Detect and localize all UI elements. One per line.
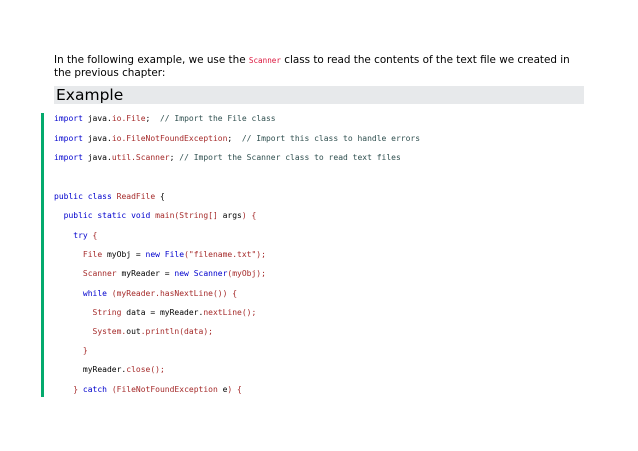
example-heading-bar: Example — [54, 86, 584, 104]
code-token: public class — [54, 192, 112, 201]
code-token: ("filename.txt"); — [184, 250, 266, 259]
code-token: while — [54, 289, 107, 298]
code-token: (String[] — [174, 211, 223, 220]
code-line-13: myReader.close(); — [54, 365, 165, 375]
code-line-14: } catch (FileNotFoundException e) { — [54, 385, 242, 395]
code-token: import — [54, 134, 83, 143]
example-heading: Example — [56, 86, 124, 104]
code-line-11: System.out.println(data); — [54, 327, 213, 337]
code-comment: // Import this class to handle errors — [241, 134, 421, 143]
code-line-10: String data = myReader.nextLine(); — [54, 308, 257, 318]
code-token: File — [54, 250, 103, 259]
intro-text-before: In the following example, we use the — [54, 54, 249, 66]
code-token: myReader. — [54, 365, 127, 374]
code-token: (data); — [179, 327, 213, 336]
code-token: out — [126, 327, 141, 336]
code-token: myReader = — [116, 269, 175, 278]
code-token: (myReader. — [106, 289, 160, 298]
intro-paragraph: In the following example, we use the Sca… — [54, 54, 574, 80]
code-token: String — [54, 308, 122, 317]
code-token: import — [54, 153, 83, 162]
code-token: Scanner — [54, 269, 117, 278]
code-token: ()) { — [212, 289, 238, 298]
code-token: hasNextLine — [159, 289, 213, 298]
code-token: io.FileNotFoundException — [111, 134, 228, 143]
code-token: java. — [82, 114, 112, 123]
code-token: (FileNotFoundException — [107, 385, 223, 394]
code-token: ; — [145, 114, 160, 123]
code-token: new Scanner — [174, 269, 228, 278]
code-line-3: import java.util.Scanner; // Import the … — [54, 153, 401, 163]
code-token: ; — [227, 134, 242, 143]
code-line-2: import java.io.FileNotFoundException; //… — [54, 134, 420, 144]
code-token: nextLine — [203, 308, 242, 317]
code-token: java. — [82, 134, 112, 143]
code-token: io.File — [111, 114, 146, 123]
code-token: ReadFile — [116, 192, 156, 201]
code-token: { — [87, 231, 98, 240]
code-line-6: try { — [54, 231, 97, 241]
code-token: (); — [150, 365, 165, 374]
code-line-7: File myObj = new File("filename.txt"); — [54, 250, 266, 260]
code-token: ; — [169, 153, 180, 162]
code-token: try — [54, 231, 88, 240]
code-token: ) { — [241, 211, 257, 220]
code-token: java. — [82, 153, 112, 162]
code-line-12: } — [54, 346, 88, 356]
code-line-4: public class ReadFile { — [54, 192, 165, 202]
code-token: util.Scanner — [111, 153, 170, 162]
code-line-9: while (myReader.hasNextLine()) { — [54, 289, 237, 299]
code-token: ) { — [227, 385, 242, 394]
code-token: main — [155, 211, 175, 220]
code-token: (); — [241, 308, 257, 317]
code-token: catch — [82, 385, 107, 394]
code-token: { — [155, 192, 165, 201]
code-line-5: public static void main(String[] args) { — [54, 211, 257, 221]
code-token: import — [54, 114, 83, 123]
code-comment: // Import the File class — [159, 114, 276, 123]
code-token: (myObj); — [227, 269, 266, 278]
code-token: public static void — [54, 211, 151, 220]
code-comment: // Import the Scanner class to read text… — [179, 153, 401, 162]
inline-code-scanner: Scanner — [248, 56, 281, 65]
code-token: } — [54, 346, 88, 355]
code-token: args — [222, 211, 242, 220]
code-token: myObj = — [102, 250, 146, 259]
code-line-8: Scanner myReader = new Scanner(myObj); — [54, 269, 266, 279]
code-token: new File — [145, 250, 185, 259]
code-token: close — [126, 365, 151, 374]
code-line-1: import java.io.File; // Import the File … — [54, 114, 276, 124]
code-token: } — [54, 385, 83, 394]
code-token: .println — [140, 327, 180, 336]
code-token: data = myReader. — [121, 308, 204, 317]
code-token: System. — [54, 327, 127, 336]
